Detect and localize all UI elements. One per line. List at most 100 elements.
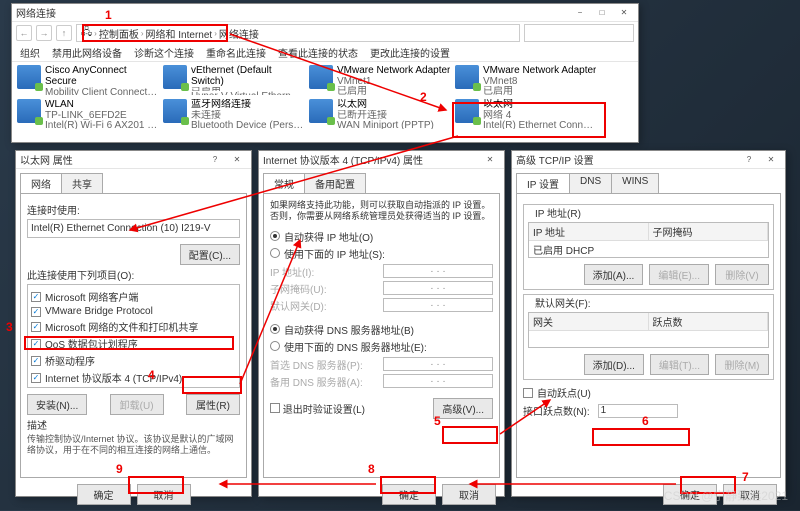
adapter-item[interactable]: VMware Network AdapterVMnet1已启用 [308, 64, 452, 96]
dlg1-ok[interactable]: 确定 [77, 484, 131, 505]
nic-name: Intel(R) Ethernet Connection (10) I219-V [27, 219, 240, 238]
watermark: CSDN @宁静致远2021 [664, 487, 788, 504]
checkbox-icon[interactable]: ✓ [31, 356, 41, 366]
adapter-item[interactable]: Cisco AnyConnect SecureMobility Client C… [16, 64, 160, 96]
dns2-input: · · · [383, 374, 493, 388]
properties-button[interactable]: 属性(R) [186, 394, 240, 415]
items-label: 此连接使用下列项目(O): [27, 267, 240, 282]
dlg3-help[interactable]: ? [739, 153, 759, 167]
protocol-item[interactable]: ✓桥驱动程序 [31, 352, 236, 369]
protocol-item[interactable]: Microsoft 网络适配器多路传送器协议 [31, 386, 236, 388]
tab-dns[interactable]: DNS [569, 173, 612, 193]
tb-organize[interactable]: 组织 [20, 45, 40, 60]
dlg2-close[interactable]: ✕ [480, 153, 500, 167]
tb-change[interactable]: 更改此连接的设置 [370, 45, 450, 60]
gw-table[interactable]: 网关跃点数 [528, 312, 769, 348]
tb-diagnose[interactable]: 诊断这个连接 [134, 45, 194, 60]
address-bar: ← → ↑ 🖧 › 控制面板 › 网络和 Internet › 网络连接 [12, 22, 638, 44]
radio-manual-dns[interactable] [270, 341, 280, 351]
explorer-window: 网络连接 − □ ✕ ← → ↑ 🖧 › 控制面板 › 网络和 Internet… [11, 3, 639, 143]
checkbox-icon[interactable]: ✓ [31, 292, 41, 302]
ip-remove: 删除(V) [715, 264, 769, 285]
dlg1-cancel[interactable]: 取消 [137, 484, 191, 505]
gw-add[interactable]: 添加(D)... [584, 354, 644, 375]
gw-input: · · · [383, 298, 493, 312]
adapter-item[interactable]: 以太网已断开连接WAN Miniport (PPTP) [308, 98, 452, 130]
desc-text: 传输控制协议/Internet 协议。该协议是默认的广域网络协议，用于在不同的相… [27, 434, 240, 456]
dlg1-help[interactable]: ? [205, 153, 225, 167]
adapter-item[interactable]: 以太网网络 4Intel(R) Ethernet Connection (1..… [454, 98, 598, 130]
protocol-item[interactable]: ✓Microsoft 网络的文件和打印机共享 [31, 318, 236, 335]
auto-metric-checkbox[interactable] [523, 388, 533, 398]
connect-using-label: 连接时使用: [27, 202, 240, 217]
tab-general[interactable]: 常规 [263, 173, 305, 193]
protocol-item[interactable]: ✓QoS 数据包计划程序 [31, 335, 236, 352]
ip-edit: 编辑(E)... [649, 264, 709, 285]
explorer-titlebar: 网络连接 − □ ✕ [12, 4, 638, 22]
tb-status[interactable]: 查看此连接的状态 [278, 45, 358, 60]
up-button[interactable]: ↑ [56, 25, 72, 41]
adapter-icon [309, 99, 333, 123]
tab-alternate[interactable]: 备用配置 [304, 173, 366, 193]
tb-disable[interactable]: 禁用此网络设备 [52, 45, 122, 60]
ipv4-properties-dialog: Internet 协议版本 4 (TCP/IPv4) 属性 ✕ 常规 备用配置 … [258, 150, 505, 497]
advanced-button[interactable]: 高级(V)... [433, 398, 493, 419]
validate-checkbox[interactable] [270, 403, 280, 413]
checkbox-icon[interactable]: ✓ [31, 339, 41, 349]
tab-sharing[interactable]: 共享 [61, 173, 103, 193]
dlg2-title: Internet 协议版本 4 (TCP/IPv4) 属性 [263, 152, 480, 167]
dns1-input: · · · [383, 357, 493, 371]
radio-auto-dns[interactable] [270, 324, 280, 334]
forward-button[interactable]: → [36, 25, 52, 41]
checkbox-icon[interactable]: ✓ [31, 307, 41, 317]
tab-wins[interactable]: WINS [611, 173, 659, 193]
dlg1-close[interactable]: ✕ [227, 153, 247, 167]
info-text: 如果网络支持此功能，则可以获取自动指派的 IP 设置。否则，你需要从网络系统管理… [270, 200, 493, 222]
close-button[interactable]: ✕ [614, 6, 634, 20]
adapter-item[interactable]: VMware Network AdapterVMnet8已启用 [454, 64, 598, 96]
dhcp-row: 已启用 DHCP [529, 241, 768, 258]
gw-edit: 编辑(T)... [650, 354, 709, 375]
install-button[interactable]: 安装(N)... [27, 394, 87, 415]
breadcrumb[interactable]: 🖧 › 控制面板 › 网络和 Internet › 网络连接 [76, 24, 520, 42]
mask-input: · · · [383, 281, 493, 295]
gw-group-title: 默认网关(F): [532, 295, 594, 310]
search-input[interactable] [524, 24, 634, 42]
dlg2-ok[interactable]: 确定 [382, 484, 436, 505]
tab-ip-settings[interactable]: IP 设置 [516, 173, 570, 193]
checkbox-icon[interactable]: ✓ [31, 373, 41, 383]
adapter-icon [309, 65, 333, 89]
configure-button[interactable]: 配置(C)... [180, 244, 240, 265]
adapter-item[interactable]: 蓝牙网络连接未连接Bluetooth Device (Personal Ar..… [162, 98, 306, 130]
adapter-list: Cisco AnyConnect SecureMobility Client C… [12, 62, 638, 132]
back-button[interactable]: ← [16, 25, 32, 41]
nav-icon: 🖧 [81, 25, 92, 42]
metric-input[interactable] [598, 404, 678, 418]
toolbar: 组织 禁用此网络设备 诊断这个连接 重命名此连接 查看此连接的状态 更改此连接的… [12, 44, 638, 62]
desc-label: 描述 [27, 417, 240, 432]
radio-manual-ip[interactable] [270, 248, 280, 258]
tb-rename[interactable]: 重命名此连接 [206, 45, 266, 60]
protocol-item[interactable]: ✓Internet 协议版本 4 (TCP/IPv4) [31, 369, 236, 386]
tab-network[interactable]: 网络 [20, 173, 62, 193]
adapter-icon [163, 65, 187, 89]
protocol-item[interactable]: ✓Microsoft 网络客户端 [31, 288, 236, 305]
minimize-button[interactable]: − [570, 6, 590, 20]
adapter-icon [163, 99, 187, 123]
adapter-icon [17, 65, 41, 89]
ip-table[interactable]: IP 地址子网掩码 已启用 DHCP [528, 222, 769, 258]
adapter-item[interactable]: vEthernet (Default Switch)已启用Hyper-V Vir… [162, 64, 306, 96]
radio-auto-ip[interactable] [270, 231, 280, 241]
uninstall-button: 卸载(U) [110, 394, 164, 415]
checkbox-icon[interactable]: ✓ [31, 322, 41, 332]
maximize-button[interactable]: □ [592, 6, 612, 20]
adapter-item[interactable]: WLANTP-LINK_6EFD2EIntel(R) Wi-Fi 6 AX201… [16, 98, 160, 130]
protocol-list[interactable]: ✓Microsoft 网络客户端✓VMware Bridge Protocol✓… [27, 284, 240, 388]
advanced-tcpip-dialog: 高级 TCP/IP 设置 ?✕ IP 设置 DNS WINS IP 地址(R) … [511, 150, 786, 497]
ip-add[interactable]: 添加(A)... [584, 264, 644, 285]
dlg3-close[interactable]: ✕ [761, 153, 781, 167]
protocol-item[interactable]: ✓VMware Bridge Protocol [31, 305, 236, 318]
metric-label: 接口跃点数(N): [523, 403, 590, 418]
ann-3: 3 [6, 320, 13, 334]
dlg2-cancel[interactable]: 取消 [442, 484, 496, 505]
